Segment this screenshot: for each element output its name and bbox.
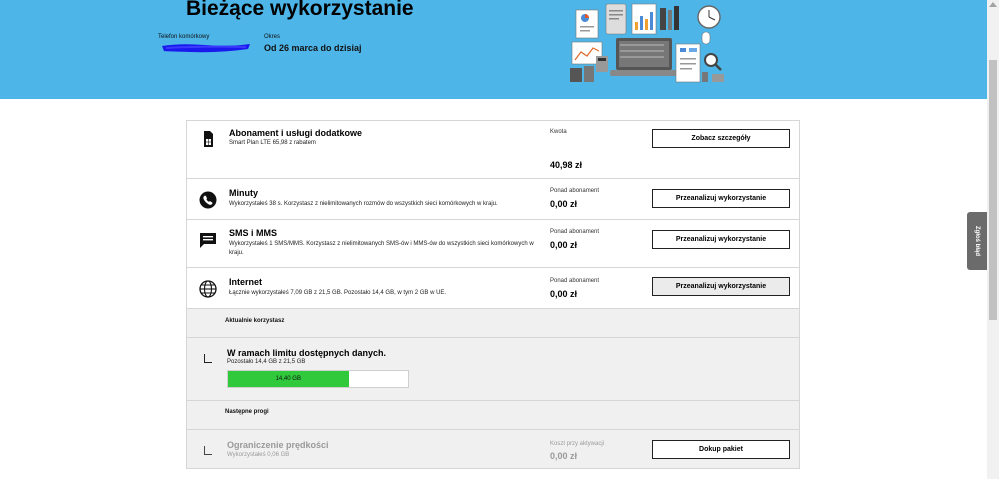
phone-label: Telefon komórkowy [158, 34, 210, 40]
scrollbar-thumb[interactable] [989, 60, 997, 320]
period-label: Okres [264, 34, 281, 40]
feedback-tab[interactable]: Zgłoś błąd [967, 212, 987, 270]
data-limit-title: W ramach limitu dostępnych danych. [227, 348, 387, 358]
activation-cost-value: 0,00 zł [550, 451, 578, 461]
usage-panel: Abonament i usługi dodatkowe Smart Plan … [186, 120, 800, 469]
see-details-button[interactable]: Zobacz szczegóły [652, 129, 790, 148]
analyze-minutes-button[interactable]: Przeanalizuj wykorzystanie [652, 189, 790, 208]
amount-label-minutes: Ponad abonament [550, 188, 600, 194]
data-limit-section: W ramach limitu dostępnych danych. Pozos… [187, 338, 799, 401]
speed-limit-section: Ograniczenie prędkości Wykorzystałeś 0,0… [187, 430, 799, 468]
phone-icon [199, 191, 217, 209]
row-title-minutes: Minuty [229, 188, 258, 198]
analyze-internet-button[interactable]: Przeanalizuj wykorzystanie [652, 277, 790, 296]
usage-row-sms: SMS i MMS Wykorzystałeś 1 SMS/MMS. Korzy… [187, 220, 799, 268]
sim-card-icon [204, 131, 213, 147]
row-title-subscription: Abonament i usługi dodatkowe [229, 128, 363, 138]
row-title-sms: SMS i MMS [229, 228, 278, 238]
tree-corner-icon [204, 354, 212, 363]
scroll-up-arrow-icon[interactable] [989, 2, 997, 7]
row-desc-minutes: Wykorzystałeś 38 s. Korzystasz z nielimi… [229, 201, 498, 207]
message-icon [200, 233, 216, 248]
amount-label-internet: Ponad abonament [550, 278, 600, 284]
usage-row-subscription: Abonament i usługi dodatkowe Smart Plan … [187, 121, 799, 179]
data-limit-remaining: Pozostało 14,4 GB z 21,5 GB [227, 359, 306, 365]
row-desc-internet: Łącznie wykorzystałeś 7,09 GB z 21,5 GB.… [229, 290, 447, 296]
speed-limit-used: Wykorzystałeś 0,06 GB [227, 452, 290, 458]
page-title: Bieżące wykorzystanie [186, 0, 414, 20]
amount-value-minutes: 0,00 zł [550, 199, 578, 209]
amount-label-sms: Ponad abonament [550, 229, 600, 235]
redacted-phone-number [162, 44, 250, 53]
row-desc-subscription: Smart Plan LTE 65,98 z rabatem [229, 140, 316, 146]
row-desc-sms: Wykorzystałeś 1 SMS/MMS. Korzystasz z ni… [229, 241, 534, 256]
activation-cost-label: Koszt przy aktywacji [550, 441, 605, 447]
amount-label-subscription: Kwota [550, 129, 567, 135]
amount-value-subscription: 40,98 zł [550, 160, 583, 170]
analyze-sms-button[interactable]: Przeanalizuj wykorzystanie [652, 230, 790, 249]
amount-value-sms: 0,00 zł [550, 240, 578, 250]
row-title-internet: Internet [229, 277, 263, 287]
tree-corner-icon [204, 446, 212, 455]
current-usage-label: Aktualnie korzystasz [225, 318, 285, 324]
office-illustration [570, 3, 724, 83]
current-usage-header: Aktualnie korzystasz [187, 309, 799, 338]
feedback-tab-label: Zgłoś błąd [974, 226, 980, 256]
speed-limit-title: Ograniczenie prędkości [227, 440, 329, 450]
usage-row-minutes: Minuty Wykorzystałeś 38 s. Korzystasz z … [187, 179, 799, 220]
next-thresholds-label: Następne progi [225, 409, 269, 415]
data-usage-progress-bar: 14,40 GB [227, 370, 409, 388]
globe-icon [199, 280, 217, 298]
header-banner [0, 0, 987, 99]
amount-value-internet: 0,00 zł [550, 289, 578, 299]
buy-package-button[interactable]: Dokup pakiet [652, 440, 790, 459]
period-value: Od 26 marca do dzisiaj [264, 43, 362, 53]
data-usage-progress-label: 14,40 GB [275, 376, 301, 382]
data-usage-progress-fill: 14,40 GB [228, 371, 349, 387]
usage-row-internet: Internet Łącznie wykorzystałeś 7,09 GB z… [187, 268, 799, 309]
next-thresholds-header: Następne progi [187, 401, 799, 430]
